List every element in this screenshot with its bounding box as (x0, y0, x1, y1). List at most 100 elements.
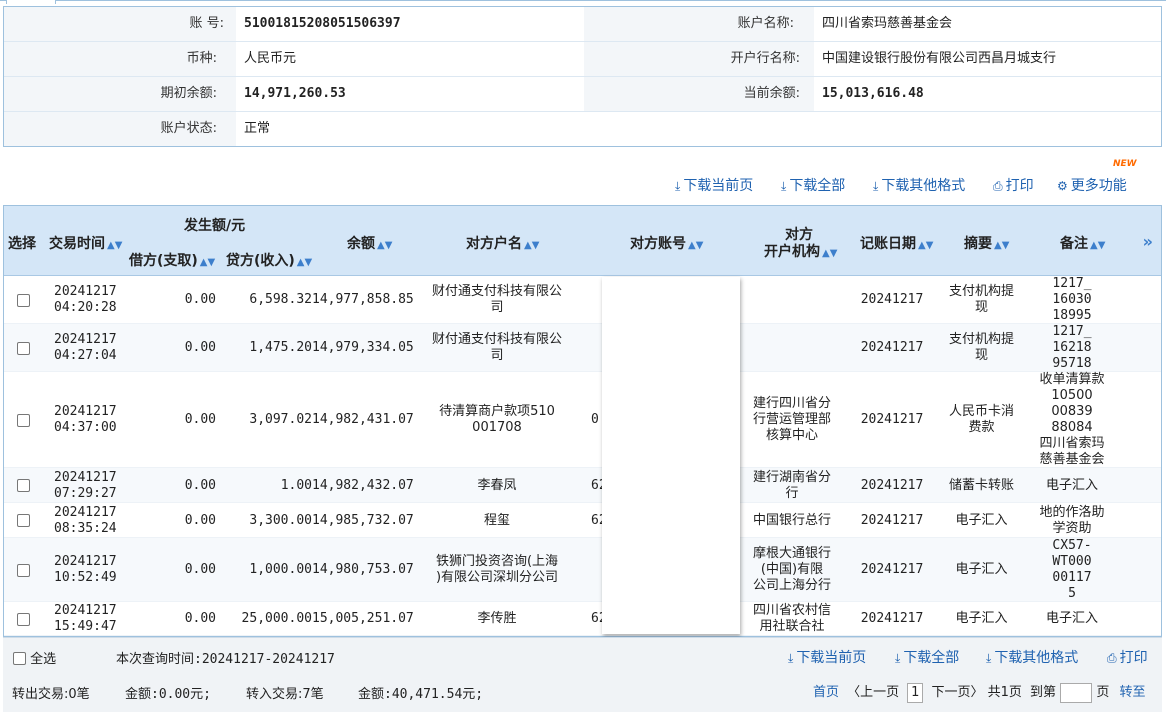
cell-counterparty-name: 铁狮门投资咨询(上海)有限公司深圳分公司 (435, 554, 559, 585)
footer-print-link[interactable]: ⎙ 打印 (1107, 647, 1148, 667)
table-header: 选择 交易时间 ▲▼ 发生额/元 借方(支取) ▲▼ 贷方(收入) ▲▼ 余额 ▲▼ 对… (4, 206, 1161, 276)
current-page[interactable]: 1 (907, 683, 924, 703)
row-checkbox[interactable] (17, 479, 30, 492)
cell-summary: 支付机构提现 (948, 284, 1014, 315)
col-amount-group: 发生额/元 (184, 218, 246, 234)
table-row: 20241217 15:49:47 0.00 25,000.00 15,005,251.… (4, 602, 1161, 636)
cell-credit: 6,598.32 (249, 292, 312, 307)
cell-post-date: 20241217 (860, 340, 924, 355)
col-time[interactable]: 交易时间 ▲▼ (49, 233, 122, 253)
currency-value: 人民币元 (244, 51, 297, 66)
go-button[interactable]: 转至 (1119, 685, 1145, 700)
cell-credit: 3,300.00 (249, 513, 312, 528)
query-time: 本次查询时间:20241217-20241217 (116, 652, 335, 667)
next-page-link[interactable]: 下一页〉 (931, 685, 983, 700)
table-row: 20241217 08:35:24 0.00 3,300.00 14,985,732.0… (4, 503, 1161, 538)
download-page-link[interactable]: ⤓ 下载当前页 (675, 175, 753, 195)
cell-post-date: 20241217 (860, 562, 924, 577)
cell-credit: 3,097.02 (249, 412, 312, 427)
download-all-link[interactable]: ⤓ 下载全部 (781, 175, 845, 195)
cell-summary: 储蓄卡转账 (948, 478, 1014, 493)
info-row-account: 账 号: 51001815208051506397 账户名称: 四川省索玛慈善基… (4, 7, 1161, 42)
cell-balance: 14,982,432.07 (312, 478, 414, 493)
first-page-link[interactable]: 首页 (813, 685, 839, 700)
col-post-date[interactable]: 记账日期 ▲▼ (860, 233, 933, 253)
row-checkbox[interactable] (17, 342, 30, 355)
sort-icon: ▲▼ (296, 257, 313, 268)
cell-summary: 支付机构提现 (948, 332, 1014, 363)
table-row: 20241217 10:52:49 0.00 1,000.00 14,980,753.0… (4, 538, 1161, 602)
cell-post-date: 20241217 (860, 412, 924, 427)
cell-counterparty-bank: 摩根大通银行 (中国)有限 公司上海分行 (752, 546, 831, 593)
sort-icon: ▲▼ (377, 240, 393, 251)
in-txn-count: 转入交易:7笔 (246, 687, 324, 702)
row-checkbox[interactable] (17, 414, 30, 427)
cell-debit: 0.00 (184, 478, 216, 493)
print-link[interactable]: ⎙ 打印 (993, 175, 1034, 195)
cell-time: 20241217 07:29:27 (54, 470, 117, 501)
pagination: 首页 〈上一页 1 下一页〉 共1页 到第 页 转至 (813, 681, 1146, 703)
scroll-right-icon[interactable]: » (1143, 232, 1153, 251)
select-all-checkbox[interactable] (13, 652, 26, 665)
cell-debit: 0.00 (184, 412, 216, 427)
redaction-overlay (602, 277, 740, 634)
active-tab[interactable] (6, 0, 56, 4)
cell-credit: 1,475.20 (249, 340, 312, 355)
cell-summary: 人民币卡消 费款 (948, 404, 1014, 435)
gear-icon: ⚙ (1057, 179, 1068, 193)
in-amount: 金额:40,471.54元; (358, 687, 484, 702)
more-functions-link[interactable]: ⚙ 更多功能 (1057, 175, 1127, 195)
cell-counterparty-name: 财付通支付科技有限公司 (431, 332, 562, 363)
col-select: 选择 (8, 236, 36, 252)
goto-label: 到第 (1030, 685, 1057, 700)
status-value: 正常 (244, 121, 271, 136)
prev-page-link[interactable]: 〈上一页 (847, 685, 899, 700)
table-row: 20241217 04:20:28 0.00 6,598.32 14,977,858.8… (4, 276, 1161, 324)
footer-download-all-link[interactable]: ⤓ 下载全部 (895, 647, 959, 667)
currency-label: 币种: (186, 51, 217, 66)
sort-icon: ▲▼ (688, 240, 704, 251)
download-icon: ⤓ (986, 651, 992, 665)
status-label: 账户状态: (160, 121, 217, 136)
cell-time: 20241217 10:52:49 (54, 554, 117, 585)
footer-download-page-link[interactable]: ⤓ 下载当前页 (788, 647, 866, 667)
col-counterparty-name[interactable]: 对方户名 ▲▼ (466, 233, 539, 253)
col-summary[interactable]: 摘要 ▲▼ (964, 233, 1009, 253)
col-remark[interactable]: 备注 ▲▼ (1060, 233, 1105, 253)
cell-time: 20241217 04:27:04 (54, 332, 117, 363)
total-pages: 共1页 (987, 685, 1022, 700)
cell-post-date: 20241217 (860, 478, 924, 493)
cell-credit: 1.00 (280, 478, 312, 493)
footer-download-other-link[interactable]: ⤓ 下载其他格式 (986, 647, 1078, 667)
opening-balance-value: 14,971,260.53 (244, 86, 346, 101)
sort-icon: ▲▼ (199, 257, 216, 268)
row-checkbox[interactable] (17, 294, 30, 307)
select-all[interactable]: 全选 (13, 648, 56, 667)
row-checkbox[interactable] (17, 564, 30, 577)
bank-label: 开户行名称: (730, 51, 800, 66)
new-badge: NEW (1113, 159, 1137, 169)
cell-debit: 0.00 (184, 611, 216, 626)
out-txn-count: 转出交易:0笔 (12, 687, 90, 702)
col-counterparty-bank[interactable]: 开户机构 ▲▼ (764, 241, 837, 261)
download-icon: ⤓ (873, 179, 879, 193)
download-icon: ⤓ (781, 179, 787, 193)
col-debit[interactable]: 借方(支取) ▲▼ (129, 250, 215, 270)
goto-page-input[interactable] (1060, 682, 1093, 703)
cell-summary: 电子汇入 (955, 611, 1008, 626)
col-balance[interactable]: 余额 ▲▼ (347, 233, 392, 253)
cell-debit: 0.00 (184, 513, 216, 528)
row-checkbox[interactable] (17, 514, 30, 527)
cell-counterparty-bank: 建行四川省分 行营运管理部 核算中心 (752, 396, 831, 443)
sort-icon: ▲▼ (918, 240, 934, 251)
cell-debit: 0.00 (184, 562, 216, 577)
row-checkbox[interactable] (17, 613, 30, 626)
cell-counterparty-bank: 建行湖南省分行 (752, 470, 831, 501)
col-credit[interactable]: 贷方(收入) ▲▼ (226, 250, 312, 270)
cell-time: 20241217 04:20:28 (54, 284, 117, 315)
col-counterparty-account[interactable]: 对方账号 ▲▼ (630, 233, 703, 253)
cell-counterparty-name: 待清算商户款项510 001708 (439, 404, 555, 435)
account-no-label: 账 号: (189, 16, 224, 31)
sort-icon: ▲▼ (107, 240, 123, 251)
download-other-link[interactable]: ⤓ 下载其他格式 (873, 175, 965, 195)
